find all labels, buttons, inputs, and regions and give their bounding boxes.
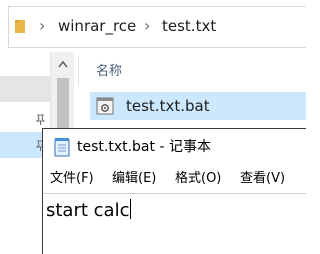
notepad-title: test.txt.bat - 记事本 <box>77 139 211 155</box>
menu-format[interactable]: 格式(O) <box>175 170 221 188</box>
menu-edit[interactable]: 编辑(E) <box>112 170 156 188</box>
breadcrumb-separator-icon[interactable]: › <box>39 14 45 38</box>
file-row[interactable]: test.txt.bat <box>90 92 306 120</box>
pin-icon[interactable] <box>34 114 46 126</box>
batch-file-icon <box>96 97 114 115</box>
menu-file[interactable]: 文件(F) <box>50 170 94 188</box>
breadcrumb-separator-icon[interactable]: › <box>144 14 150 38</box>
file-name: test.txt.bat <box>126 97 210 115</box>
notepad-icon <box>54 138 70 157</box>
screenshot: › winrar_rce › test.txt 名称 test.txt.bat … <box>0 0 306 254</box>
folder-icon <box>15 20 25 33</box>
address-bar-frame[interactable] <box>8 6 306 48</box>
column-divider[interactable] <box>78 56 79 86</box>
notepad-text-area[interactable]: start calc <box>43 193 306 254</box>
column-header-name[interactable]: 名称 <box>96 63 122 81</box>
nav-item-hovered[interactable] <box>0 76 50 102</box>
editor-content-line: start calc <box>46 199 132 223</box>
notepad-title-bar[interactable]: test.txt.bat - 记事本 <box>43 129 306 165</box>
address-bar: › winrar_rce › test.txt <box>0 0 306 52</box>
menu-view[interactable]: 查看(V) <box>240 170 285 188</box>
notepad-window: test.txt.bat - 记事本 文件(F) 编辑(E) 格式(O) 查看(… <box>42 128 306 254</box>
breadcrumb-item-winrar-rce[interactable]: winrar_rce <box>58 15 136 37</box>
notepad-menu-bar: 文件(F) 编辑(E) 格式(O) 查看(V) <box>43 165 306 193</box>
breadcrumb-item-test-txt[interactable]: test.txt <box>162 15 216 37</box>
editor-content: start calc <box>46 200 130 221</box>
text-caret <box>130 199 132 219</box>
scroll-up-arrow-icon[interactable] <box>58 60 68 68</box>
